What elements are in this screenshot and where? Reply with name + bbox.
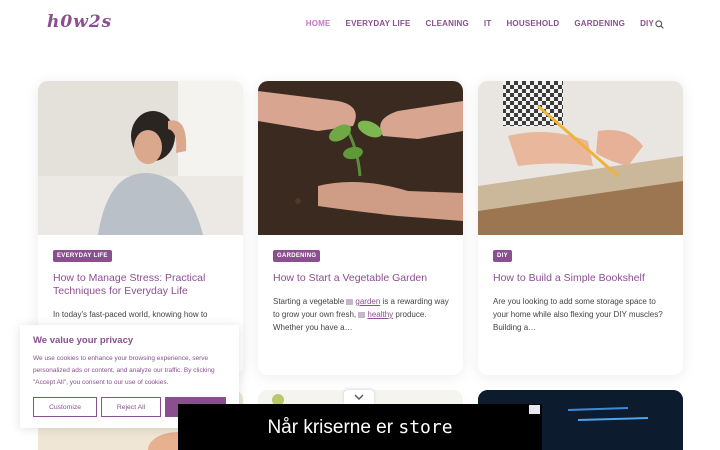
article-image-seedling-hands[interactable] (258, 81, 463, 235)
category-badge[interactable]: DIY (493, 250, 512, 262)
keyword-link-garden[interactable]: garden (355, 297, 380, 306)
ad-collapse-button[interactable] (344, 390, 374, 404)
nav-everyday-life[interactable]: EVERYDAY LIFE (346, 19, 411, 28)
main-nav: HOME EVERYDAY LIFE CLEANING IT HOUSEHOLD… (306, 19, 654, 28)
search-icon[interactable] (655, 20, 664, 29)
article-image-woodworking[interactable] (478, 81, 683, 235)
nav-cleaning[interactable]: CLEANING (426, 19, 469, 28)
ad-text: Når kriserne er store (178, 417, 542, 439)
adchoices-icon[interactable] (529, 405, 540, 414)
ad-banner[interactable]: Når kriserne er store (178, 404, 542, 450)
article-title[interactable]: How to Manage Stress: Practical Techniqu… (53, 272, 228, 298)
nav-household[interactable]: HOUSEHOLD (506, 19, 559, 28)
article-excerpt: Starting a vegetable garden is a rewardi… (273, 295, 453, 334)
site-header: h0w2s HOME EVERYDAY LIFE CLEANING IT HOU… (0, 0, 720, 56)
customize-button[interactable]: Customize (33, 397, 97, 417)
article-card-garden[interactable]: GARDENING How to Start a Vegetable Garde… (258, 81, 463, 375)
site-logo[interactable]: h0w2s (47, 12, 112, 32)
article-card-bookshelf[interactable]: DIY How to Build a Simple Bookshelf Are … (478, 81, 683, 375)
keyword-link-healthy[interactable]: healthy (367, 310, 393, 319)
cookie-title: We value your privacy (33, 335, 134, 346)
article-title[interactable]: How to Start a Vegetable Garden (273, 272, 448, 285)
nav-gardening[interactable]: GARDENING (574, 19, 625, 28)
chevron-down-icon (354, 394, 364, 400)
nav-diy[interactable]: DIY (640, 19, 654, 28)
nav-it[interactable]: IT (484, 19, 492, 28)
article-title[interactable]: How to Build a Simple Bookshelf (493, 272, 668, 285)
excerpt-text: Starting a vegetable (273, 297, 347, 306)
cookie-text: We use cookies to enhance your browsing … (33, 355, 215, 386)
ad-text-main: Når kriserne er (267, 417, 399, 438)
category-badge[interactable]: EVERYDAY LIFE (53, 250, 112, 262)
link-icon (346, 298, 354, 305)
article-image-relaxing-woman[interactable] (38, 81, 243, 235)
link-icon (358, 311, 366, 318)
article-excerpt: Are you looking to add some storage spac… (493, 297, 663, 332)
category-badge[interactable]: GARDENING (273, 250, 321, 262)
reject-all-button[interactable]: Reject All (101, 397, 161, 417)
nav-home[interactable]: HOME (306, 19, 331, 28)
ad-text-mono: store (398, 417, 453, 438)
article-excerpt: In today's fast-paced world, knowing how… (53, 310, 208, 319)
